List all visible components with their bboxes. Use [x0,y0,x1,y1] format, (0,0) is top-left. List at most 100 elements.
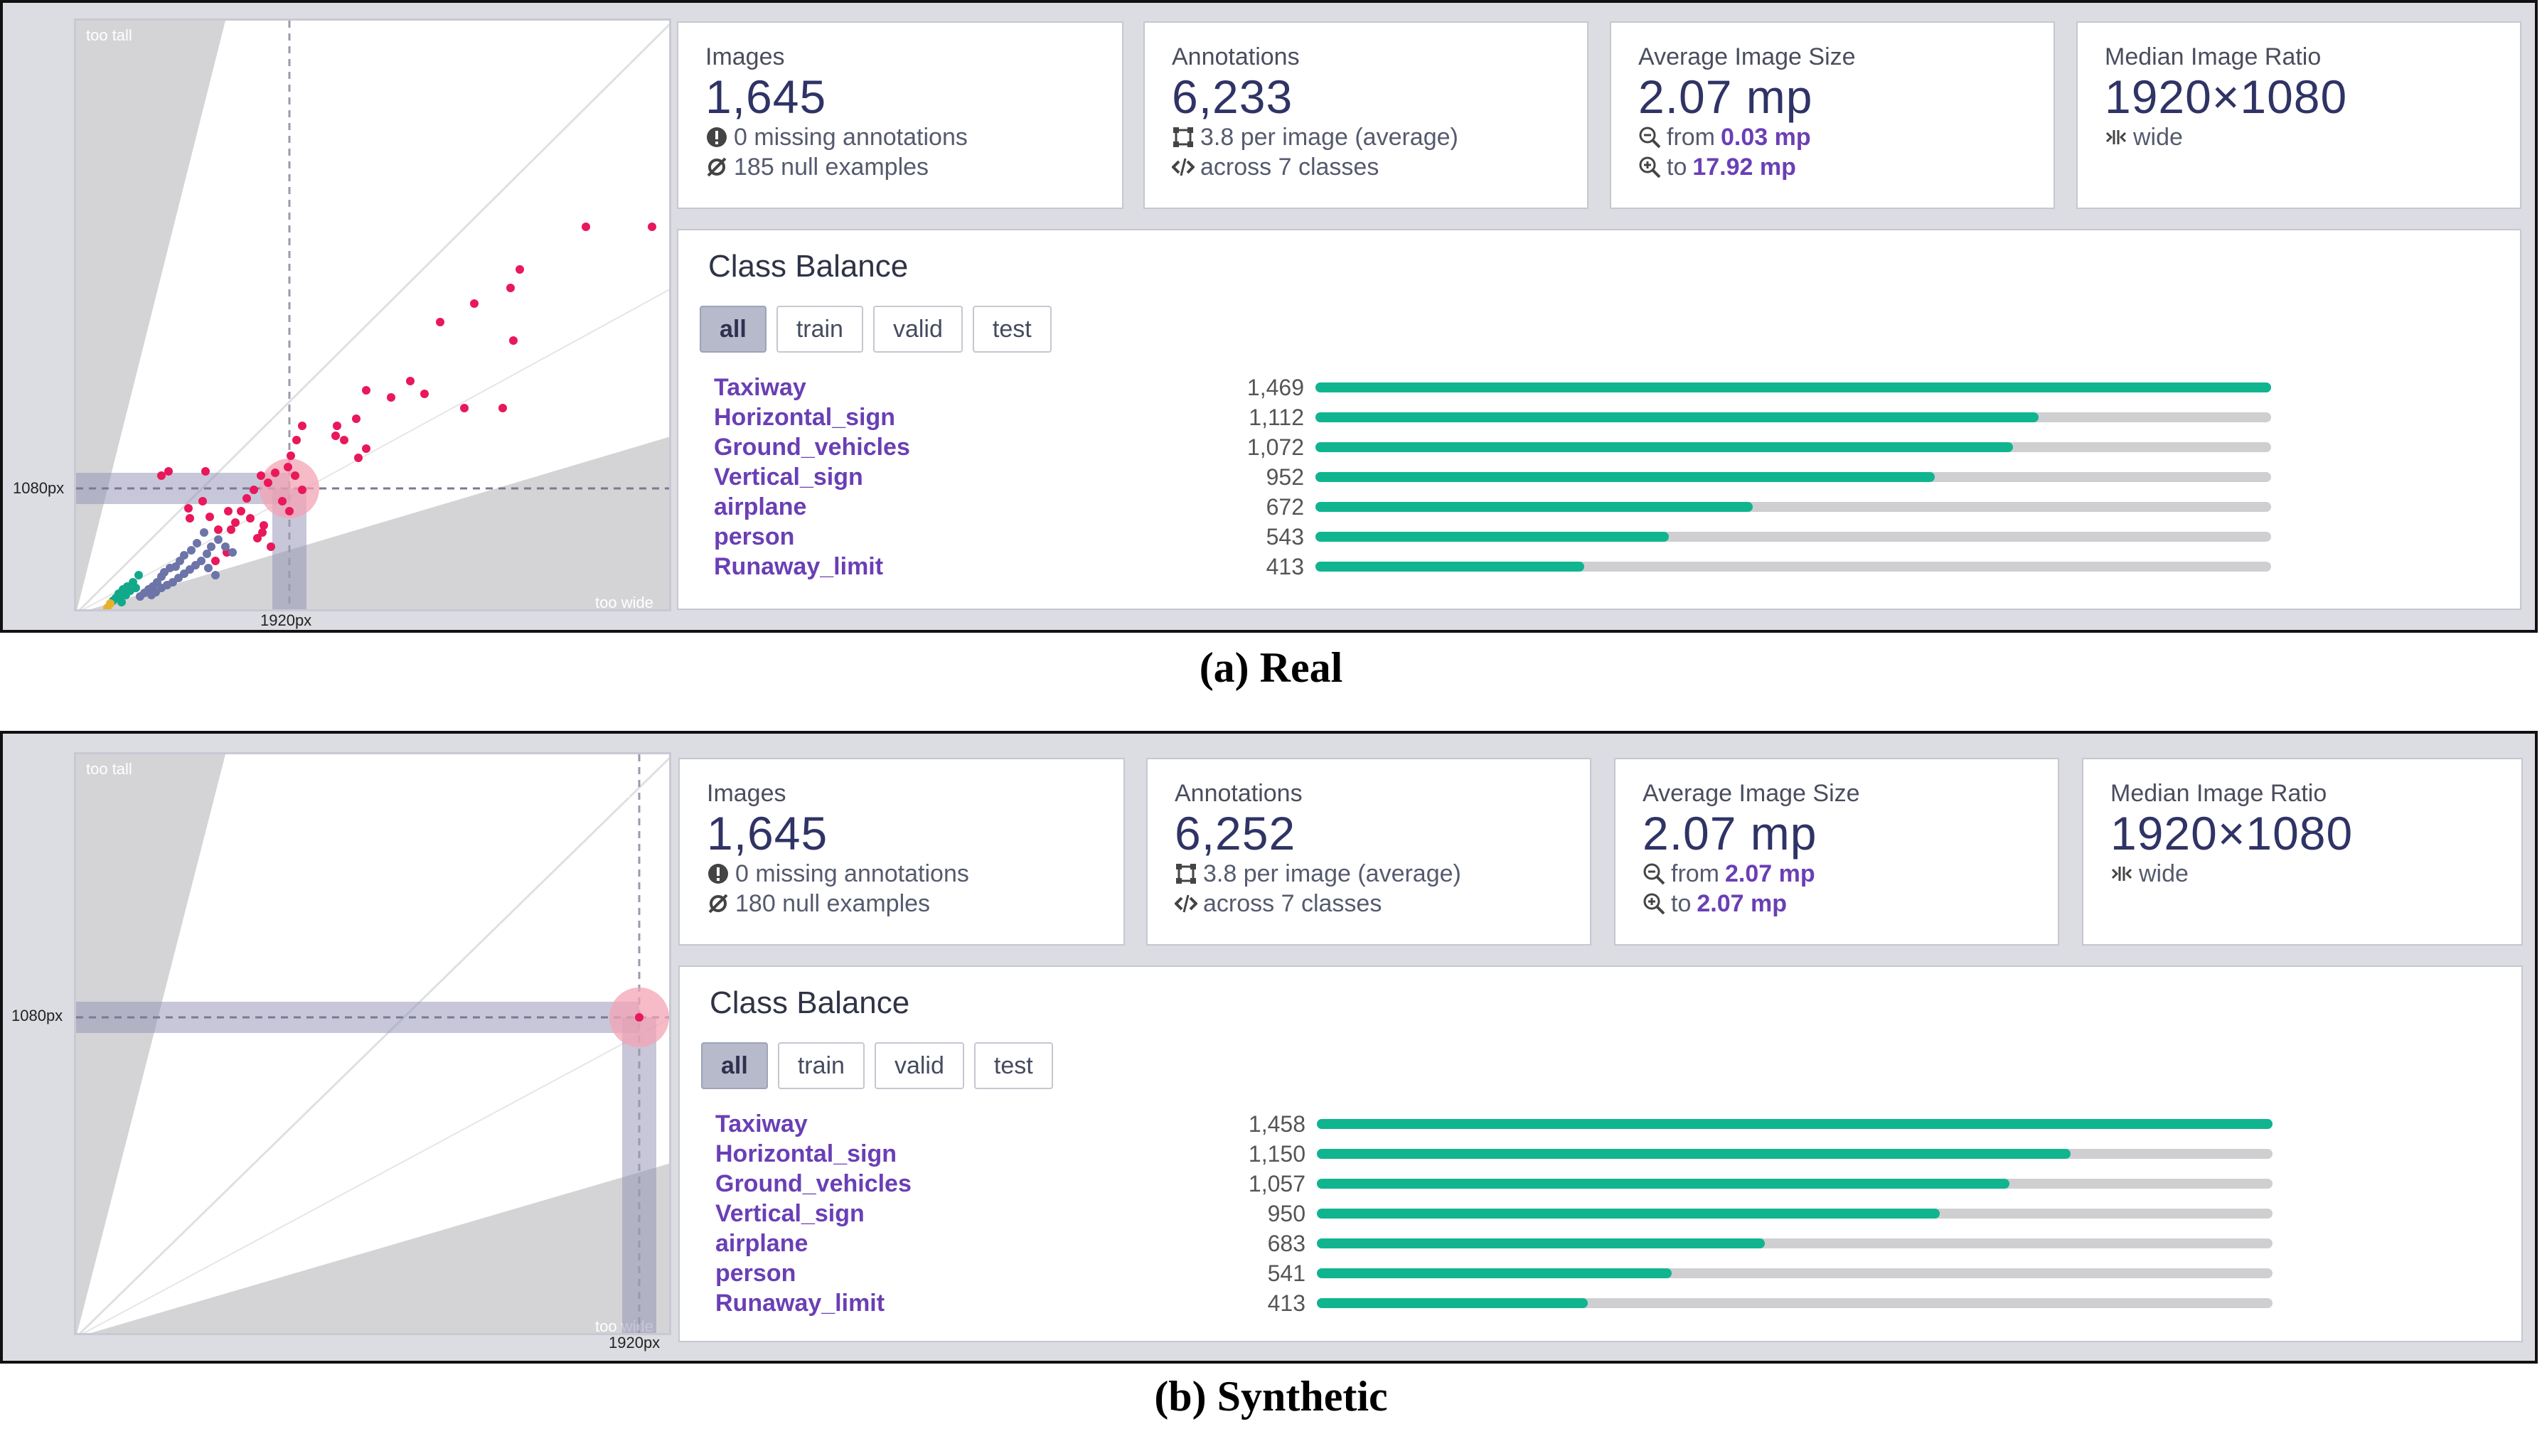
class-bar-fill [1315,562,1584,572]
split-tabs: all train valid test [700,306,1062,353]
tab-train[interactable]: train [777,1042,865,1089]
class-bar-fill [1317,1298,1588,1308]
per-image-average: 3.8 per image (average) [1203,860,1461,887]
image-point [211,557,220,565]
avg-size-value: 2.07 mp [1643,807,1817,860]
panel-real: too tall square too wide 1080px 1920px Ima… [0,0,2538,633]
tab-train[interactable]: train [776,306,863,353]
image-point [126,587,134,595]
class-name[interactable]: Ground_vehicles [714,432,910,462]
class-bar-track [1315,412,2271,422]
too-tall-region [76,21,225,609]
image-point [198,497,207,505]
image-point [264,478,272,487]
avg-image-size-card: Average Image Size 2.07 mp from 0.03 mp … [1610,21,2055,209]
image-point [460,404,469,412]
median-ratio-value: 1920×1080 [2110,807,2354,860]
too-tall-label: too tall [86,26,132,44]
from-value: 2.07 mp [1725,860,1815,887]
image-point [136,592,144,601]
class-bar-fill [1317,1179,2010,1189]
tab-valid[interactable]: valid [872,306,963,353]
class-bar-track [1317,1179,2273,1189]
image-point [184,504,193,513]
class-count: 413 [1266,554,1304,579]
image-point [284,463,292,471]
image-point [187,546,196,555]
class-count: 1,150 [1248,1141,1305,1167]
tab-valid[interactable]: valid [874,1042,964,1089]
image-point [258,528,267,537]
from-prefix: from [1671,860,1719,887]
bounding-box-icon [1176,864,1196,884]
median-ratio-label: Median Image Ratio [2105,43,2322,70]
median-ratio-label: Median Image Ratio [2110,780,2327,807]
tab-all[interactable]: all [700,306,767,353]
tab-test[interactable]: test [972,306,1052,353]
class-balance-title: Class Balance [708,249,909,284]
class-bar-fill [1315,442,2013,452]
zoom-out-icon [1643,863,1665,885]
class-name[interactable]: Runaway_limit [715,1288,885,1318]
image-point [164,467,173,476]
image-point [292,436,301,444]
class-count: 1,469 [1246,375,1304,400]
class-name[interactable]: airplane [715,1228,808,1258]
image-point [354,454,363,462]
class-name[interactable]: person [714,522,794,552]
class-bar-track [1317,1209,2273,1219]
class-name[interactable]: Ground_vehicles [715,1169,912,1199]
class-balance-title: Class Balance [710,985,910,1020]
class-name[interactable]: Taxiway [714,373,806,402]
image-point [207,542,215,551]
image-point [648,223,656,231]
class-count: 952 [1266,464,1304,490]
class-name[interactable]: Vertical_sign [714,462,863,492]
alert-circle-icon [707,127,727,147]
tab-all[interactable]: all [701,1042,768,1089]
class-count: 413 [1267,1290,1305,1316]
class-name[interactable]: Runaway_limit [714,552,883,582]
class-row: airplane 672 [678,492,2520,522]
to-prefix: to [1667,154,1687,181]
y-axis-note: 1080px [13,479,65,497]
caption-real: (a) Real [1199,644,1343,691]
square-label: square [607,761,653,808]
image-point [287,451,295,460]
empty-set-icon [707,157,727,177]
image-point [237,507,245,515]
image-ratio-scatter: too tall square too wide [74,18,671,611]
image-point [516,265,524,274]
across-classes: across 7 classes [1203,890,1382,917]
class-name[interactable]: airplane [714,492,806,522]
class-bar-fill [1315,532,1669,542]
tab-test[interactable]: test [973,1042,1053,1089]
class-bar-track [1315,502,2271,512]
square-label: square [607,28,653,74]
image-point [205,513,214,521]
class-count: 1,112 [1249,405,1304,430]
class-name[interactable]: Vertical_sign [715,1199,865,1228]
class-bar-fill [1317,1238,1765,1248]
too-wide-label: too wide [595,594,653,611]
alert-circle-icon [708,864,728,884]
from-value: 0.03 mp [1721,124,1811,151]
class-row: person 543 [678,522,2520,552]
class-count: 683 [1267,1231,1305,1256]
class-name[interactable]: person [715,1258,796,1288]
to-value: 2.07 mp [1697,890,1787,917]
scatter-plot: too tall square too wide [76,21,669,611]
zoom-in-icon [1639,156,1661,178]
class-bar-fill [1315,412,2039,422]
class-name[interactable]: Taxiway [715,1109,808,1139]
class-bar-track [1317,1268,2273,1278]
image-point [271,469,279,477]
compress-arrows-icon [2105,130,2127,144]
per-image-average: 3.8 per image (average) [1200,124,1458,151]
annotations-card: Annotations 6,233 3.8 per image (average… [1143,21,1588,209]
image-point [246,514,255,523]
avg-size-label: Average Image Size [1643,780,1860,807]
class-name[interactable]: Horizontal_sign [715,1139,897,1169]
images-label: Images [705,43,785,70]
class-name[interactable]: Horizontal_sign [714,402,895,432]
